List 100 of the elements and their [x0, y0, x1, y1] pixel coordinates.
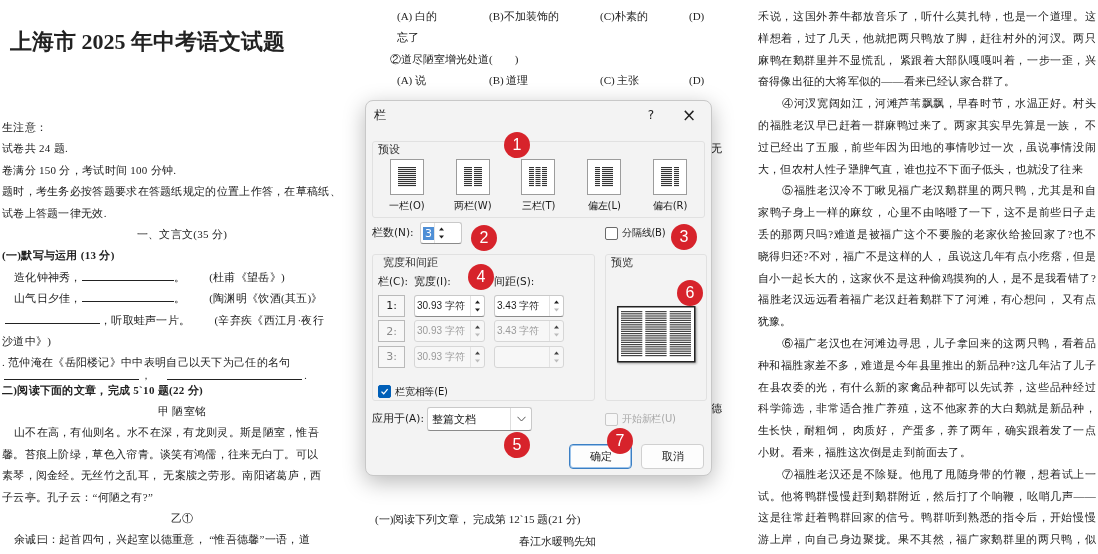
- preset-button[interactable]: [653, 159, 688, 195]
- text-line: (一)阅读下列文章， 完成第 12`15 题(21 分): [375, 512, 582, 528]
- width-field[interactable]: 30.93 字符: [414, 294, 485, 317]
- checkmark-icon: [380, 387, 389, 396]
- group-label: 宽度和间距: [382, 255, 438, 270]
- punctuation: .: [304, 371, 308, 380]
- checkbox-label: 开始新栏(U): [622, 412, 676, 426]
- text-line: 犹豫。: [758, 314, 793, 330]
- verse-text: 山气日夕佳，: [14, 292, 82, 305]
- answer-option: (A) 说: [397, 70, 489, 92]
- apply-to-dropdown[interactable]: 整篇文档: [427, 407, 532, 431]
- text-line: 游上岸，向自己身边聚拢。果不其然，福广家鹅群里的两只鸭，似: [758, 532, 1096, 548]
- help-button[interactable]: ?: [635, 101, 667, 129]
- chevron-icon: [516, 416, 526, 422]
- source-text: (辛弃疾《西江月·夜行: [214, 313, 325, 326]
- text-line: 忘了: [396, 30, 420, 46]
- preset-button[interactable]: [587, 159, 622, 195]
- step-badge: 3: [671, 224, 697, 250]
- text-line: ⑤福胜老汉冷不丁瞅见福广老汉鹅群里的两只鸭，尤其是和自: [781, 183, 1096, 199]
- text-line: 禾说，这国外养牛都放音乐了，听什么莫扎特，也是一个道理。这: [758, 9, 1096, 24]
- section-heading: (一)默写与运用 (13 分): [2, 248, 116, 264]
- checkbox[interactable]: [605, 226, 618, 240]
- text-line: 丢的那两只吗?难道是被福广这个不要脸的老家伙给捡回家了?也不: [758, 226, 1096, 242]
- close-button[interactable]: ×: [667, 101, 711, 129]
- text-line: 小财。看来，福胜这次倒是走到前面去了。: [758, 444, 972, 460]
- document-title: 上海市 2025 年中考语文试题: [10, 28, 286, 56]
- punctuation: ，: [141, 371, 152, 380]
- column-header: 间距(S):: [494, 274, 535, 288]
- checkbox-label: 分隔线(B): [622, 226, 666, 240]
- text-line: 余诚曰：起首四句，兴起室以德重意， “惟吾德馨”一语，道: [13, 532, 311, 548]
- column-number: 1:: [378, 294, 405, 317]
- answer-option: (C) 主张: [600, 70, 689, 92]
- text-line: 福胜老汉远远看着福广老汉赶着鹅群下了河滩，有心想问， 又有点: [758, 292, 1096, 308]
- answer-option: (B)不加装饰的: [489, 6, 600, 28]
- dialog-title: 栏: [374, 106, 386, 124]
- verse-text: 。: [173, 292, 186, 305]
- text-line: 在县农委的光，有什么新的家禽品种都可以先试养，这些品种经过: [758, 379, 1096, 395]
- text-line: 晓得归还?不对，福广不是这样的人， 虽说这几年有点小疙瘩，但是: [758, 248, 1096, 264]
- cancel-button[interactable]: 取消: [641, 444, 704, 469]
- answer-option: (D): [689, 6, 740, 28]
- text-line: 生长快，耐粗饲， 肉质好， 产蛋多，养了两年，确实跟着发了一点: [758, 423, 1096, 439]
- column-header: 栏(C):: [378, 274, 409, 288]
- heading: 乙①: [169, 511, 195, 527]
- text-line: 生注意：: [2, 120, 49, 135]
- answer-option: (A) 白的: [397, 6, 489, 28]
- text-line: ④河汊宽阔如江，河滩芦苇飘飘，早春时节，水温正好。村头: [781, 96, 1096, 112]
- text-line: 科学筛选，非常适合推广养殖，这不他家养的大白鹅就是新品种，: [758, 401, 1096, 417]
- step-badge: 6: [677, 280, 703, 306]
- step-badge: 5: [504, 432, 530, 458]
- column-header: 宽度(I):: [414, 274, 451, 288]
- text-line: ⑥福广老汉也在河滩边寻思，儿子拿回来的这两只鸭，看着品: [781, 335, 1096, 351]
- heading: 一、文言文(35 分): [135, 226, 229, 242]
- text-line: ⑦福胜老汉还是不除疑。他甩了甩随身带的竹鞭，想着试上一: [781, 466, 1096, 482]
- answer-option: (C)朴素的: [600, 6, 689, 28]
- text-line: 家鸭子身上一样的麻纹， 心里不由咯噔了一下，这不是前些日子走: [758, 205, 1096, 221]
- field-label: 栏数(N):: [372, 226, 415, 240]
- text-line: 自小一起长大的，这家伙不是这种偷鸡摸狗的人，是不是我看错了?: [758, 270, 1096, 286]
- preset-label: 两栏(W): [453, 200, 492, 212]
- text-line: . 范仲淹在《岳阳楼记》中中表明自己以天下为己任的名句: [2, 355, 292, 371]
- text-line: 试。他将鸭群慢慢赶到鹅群附近，然后打了个响鞭，吆哨几声——: [758, 488, 1096, 504]
- text-line: 大，但农村人性子犟脾气直，谁也拉不下面子低头，也就没了往来: [758, 161, 1084, 177]
- step-badge: 1: [504, 132, 530, 158]
- checkbox[interactable]: [378, 385, 391, 398]
- source-text: (陶渊明《饮酒(其五)》: [209, 292, 323, 305]
- group-label: 预览: [610, 255, 633, 270]
- text-line: 种和福胜家差不多，难道是今年县里推出的新品种?这几年沾了儿子: [758, 357, 1096, 373]
- text-line: 子云亭。孔子云：“何陋之有?”: [2, 489, 155, 505]
- text-line: 试卷共 24 题.: [2, 141, 69, 157]
- text-line: 的福胜老汉早已赶着一群麻鸭过来了。两家其实早先算是一族， 不: [758, 118, 1096, 133]
- spacing-field[interactable]: 3.43 字符: [494, 294, 564, 317]
- text-fragment: 无: [711, 140, 722, 156]
- text-line: 过已经出了五服，前些年因为田地的事情吵过一次，虽说事情没闹: [758, 139, 1096, 155]
- heading: 甲 陋室铭: [156, 404, 208, 420]
- preset-button[interactable]: [455, 159, 490, 195]
- verse-text: 。: [173, 270, 186, 283]
- spacing-field[interactable]: [494, 345, 564, 368]
- preset-label: 一栏(O): [389, 200, 425, 212]
- text-line: 卷满分 150 分，考试时间 100 分钟.: [2, 162, 178, 178]
- text-line: 奋得像出征的大将军似的——看来已经认家合群了。: [758, 74, 1017, 90]
- verse-text: ，听取蛙声一片。: [100, 313, 191, 326]
- section-heading: 二)阅读下面的文章，完成 5`10 题(22 分): [2, 382, 204, 398]
- column-number: 2:: [378, 320, 405, 342]
- text-fragment: 德: [711, 400, 722, 416]
- text-line: 沙道中》): [2, 333, 53, 349]
- step-badge: 2: [471, 225, 497, 251]
- field-label: 应用于(A):: [372, 412, 425, 426]
- preset-label: 三栏(T): [521, 200, 556, 212]
- preset-button[interactable]: [521, 159, 556, 195]
- heading: 春江水暖鸭先知: [518, 533, 597, 549]
- step-badge: 4: [468, 264, 494, 290]
- text-line: 山不在高，有仙则名。水不在深，有龙则灵。斯是陋室，惟吾: [13, 425, 321, 441]
- checkbox-label: 栏宽相等(E): [395, 384, 448, 399]
- text-line: 样想着，过了几天，他就把两只鸭放了脚，赶往村外的河汊。两只: [758, 30, 1096, 46]
- text-line: 试卷上答题一律无效.: [2, 205, 108, 221]
- text-line: ②道尽陋室增光处道( ): [389, 51, 520, 67]
- preset-button[interactable]: [389, 159, 424, 195]
- text-line: 馨。苔痕上阶绿，草色入帘青。谈笑有鸿儒，往来无白丁。可以: [2, 446, 320, 462]
- text-line: 题时，考生务必按答题要求在答题纸规定的位置上作答，在草稿纸、: [2, 184, 342, 200]
- preset-label: 偏左(L): [587, 200, 621, 212]
- group-label: 预设: [377, 142, 400, 157]
